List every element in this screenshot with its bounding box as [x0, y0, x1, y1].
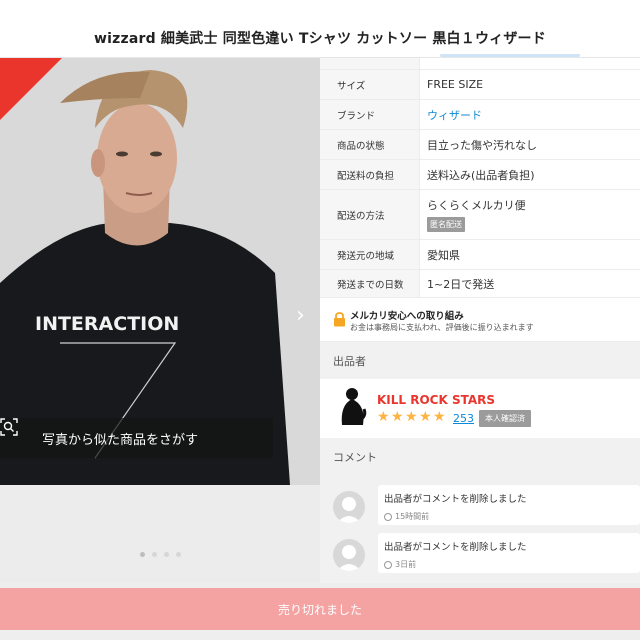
verified-badge: 本人確認済	[479, 410, 531, 427]
seller-card[interactable]: KILL ROCK STARS ★ ★ ★ ★ ★ 253 本人確認済	[320, 379, 640, 435]
header: wizzard 細美武士 同型色違い Tシャツ カットソー 黒白１ウィザード	[0, 0, 640, 58]
comments-section-title: コメント	[320, 438, 640, 475]
sold-ribbon	[0, 58, 62, 120]
shirt-print-text: INTERACTION	[35, 313, 179, 335]
item-details: サイズ FREE SIZE ブランド ウィザード 商品の状態 目立った傷や汚れな…	[320, 58, 640, 590]
table-row	[320, 58, 640, 70]
row-label: 配送料の負担	[320, 160, 420, 189]
comment-time: 3日前	[384, 559, 634, 570]
pagination-dot[interactable]	[163, 552, 169, 557]
row-value: FREE SIZE	[427, 78, 484, 91]
safety-notice[interactable]: メルカリ安心への取り組み お金は事務局に支払われ、評価後に振り込まれます	[320, 298, 640, 342]
table-row: 発送までの日数 1~2日で発送	[320, 270, 640, 298]
footer-bar: 売り切れました	[0, 583, 640, 640]
star-icon: ★	[419, 409, 432, 425]
shipping-method: らくらくメルカリ便	[427, 199, 526, 212]
star-icon: ★	[433, 409, 446, 425]
lock-icon	[333, 312, 346, 327]
clock-icon	[384, 512, 392, 521]
table-row: サイズ FREE SIZE	[320, 70, 640, 100]
product-photo[interactable]: INTERACTION › 写真から似た商品をさがす	[0, 58, 320, 485]
star-icon: ★	[405, 409, 418, 425]
table-row: 配送料の負担 送料込み(出品者負担)	[320, 160, 640, 190]
row-label: 発送元の地域	[320, 240, 420, 269]
row-value: 1~2日で発送	[427, 277, 495, 291]
photo-pagination	[0, 552, 320, 557]
image-search-icon	[0, 418, 34, 447]
comment-timestamp: 3日前	[395, 560, 417, 569]
brand-link[interactable]: ウィザード	[420, 100, 640, 129]
safety-title: メルカリ安心への取り組み	[350, 311, 464, 322]
star-icon: ★	[391, 409, 404, 425]
row-value: 送料込み(出品者負担)	[427, 168, 535, 182]
next-photo-chevron-icon[interactable]: ›	[296, 304, 316, 328]
star-icon: ★	[377, 409, 390, 425]
row-label: 商品の状態	[320, 130, 420, 159]
seller-section-title: 出品者	[320, 342, 640, 379]
comment-list: 出品者がコメントを削除しました 15時間前 出品者がコメントを削除しました 3日…	[320, 475, 640, 590]
seller-name[interactable]: KILL ROCK STARS	[377, 393, 495, 407]
comment-bubble: 出品者がコメントを削除しました 15時間前	[378, 485, 640, 525]
row-label: サイズ	[320, 70, 420, 99]
row-value: らくらくメルカリ便 匿名配送	[420, 190, 640, 239]
sold-out-button[interactable]: 売り切れました	[0, 588, 640, 630]
seller-avatar[interactable]	[336, 385, 370, 427]
comment-time: 15時間前	[384, 511, 634, 522]
user-avatar-icon	[333, 491, 365, 523]
search-similar-button[interactable]: 写真から似た商品をさがす	[0, 418, 273, 458]
table-row: 発送元の地域 愛知県	[320, 240, 640, 270]
pagination-dot[interactable]	[151, 552, 157, 557]
table-row: ブランド ウィザード	[320, 100, 640, 130]
seller-rating-stars: ★ ★ ★ ★ ★	[377, 409, 446, 425]
pagination-dot[interactable]	[139, 552, 145, 557]
row-label: 配送の方法	[320, 190, 420, 239]
table-row: 配送の方法 らくらくメルカリ便 匿名配送	[320, 190, 640, 240]
photo-gallery[interactable]: INTERACTION › 写真から似た商品をさがす	[0, 58, 320, 583]
search-similar-label: 写真から似た商品をさがす	[42, 432, 199, 448]
table-row: 商品の状態 目立った傷や汚れなし	[320, 130, 640, 160]
row-label: ブランド	[320, 100, 420, 129]
scroll-indicator	[440, 54, 580, 57]
row-value: 目立った傷や汚れなし	[427, 138, 537, 152]
row-value: 愛知県	[427, 248, 460, 262]
comment-bubble: 出品者がコメントを削除しました 3日前	[378, 533, 640, 573]
user-avatar-icon	[333, 539, 365, 571]
item-title: wizzard 細美武士 同型色違い Tシャツ カットソー 黒白１ウィザード	[94, 31, 546, 47]
comment-text: 出品者がコメントを削除しました	[384, 494, 527, 505]
pagination-dot[interactable]	[175, 552, 181, 557]
safety-note: お金は事務局に支払われ、評価後に振り込まれます	[350, 323, 534, 332]
clock-icon	[384, 560, 392, 569]
comment-timestamp: 15時間前	[395, 512, 430, 521]
rating-count-link[interactable]: 253	[453, 412, 474, 425]
comment-text: 出品者がコメントを削除しました	[384, 542, 527, 553]
row-label: 発送までの日数	[320, 270, 420, 297]
anonymous-shipping-badge: 匿名配送	[427, 217, 465, 232]
